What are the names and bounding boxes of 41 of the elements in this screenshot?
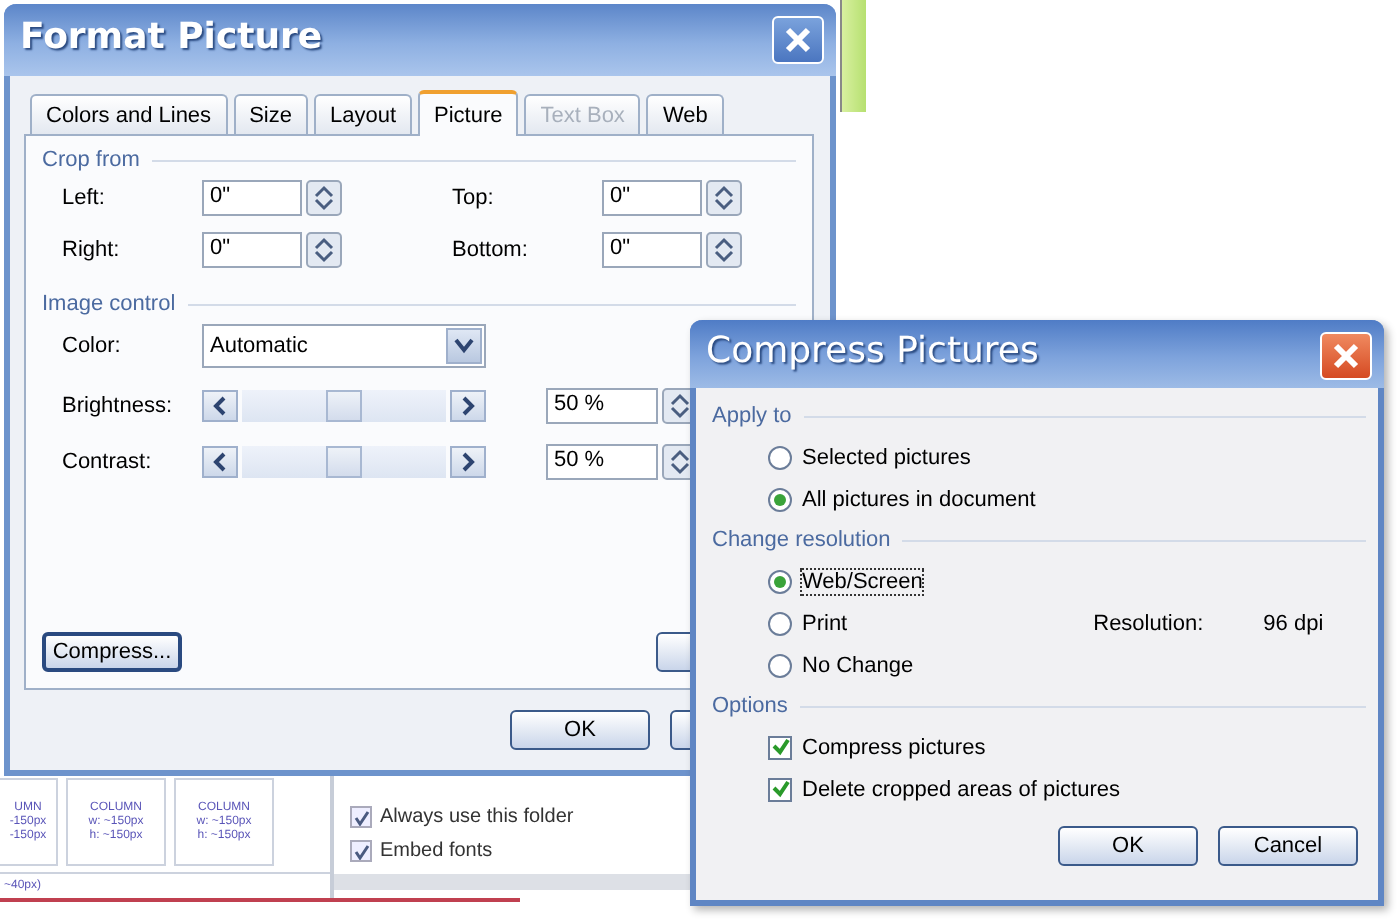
section-heading: Options <box>712 694 788 718</box>
field-label: Color: <box>62 334 123 358</box>
dropdown[interactable]: Automatic <box>202 324 486 368</box>
cancel-button[interactable]: Cancel <box>1218 826 1358 866</box>
field-label: Brightness: <box>62 394 175 418</box>
option-label: Print <box>802 611 848 635</box>
field-label: Bottom: <box>452 238 530 262</box>
section-heading: Image control <box>42 292 176 316</box>
input-field[interactable]: 50 % <box>546 388 658 424</box>
input-field[interactable]: 50 % <box>546 444 658 480</box>
resolution-value: 96 dpi <box>1263 611 1324 635</box>
section-heading: Crop from <box>42 148 140 172</box>
window-title: Format Picture <box>20 16 323 58</box>
input-field[interactable]: 0" <box>602 180 702 216</box>
field-label: Contrast: <box>62 450 154 474</box>
option-label: All pictures in document <box>802 487 1036 511</box>
option-label: Selected pictures <box>802 445 971 469</box>
resolution-label: Resolution: <box>1093 611 1204 635</box>
window-title: Compress Pictures <box>706 330 1039 372</box>
checkbox-label: Compress pictures <box>802 735 986 759</box>
input-field[interactable]: 0" <box>602 232 702 268</box>
checkbox-label: Embed fonts <box>380 840 493 862</box>
input-field[interactable]: 0" <box>202 180 302 216</box>
tab[interactable]: Size <box>233 94 308 134</box>
ok-button[interactable]: OK <box>1058 826 1198 866</box>
section-heading: Apply to <box>712 404 792 428</box>
field-label: Left: <box>62 186 107 210</box>
field-label: Top: <box>452 186 496 210</box>
tab[interactable]: Colors and Lines <box>30 94 228 134</box>
tab[interactable]: Layout <box>313 94 412 134</box>
input-field[interactable]: 0" <box>202 232 302 268</box>
section-heading: Change resolution <box>712 528 891 552</box>
option-label: Web/Screen <box>802 569 923 593</box>
ok-button[interactable]: OK <box>510 710 650 750</box>
field-label: Right: <box>62 238 122 262</box>
option-label: No Change <box>802 653 914 677</box>
compress-button[interactable]: Compress... <box>42 632 182 672</box>
checkbox-label: Always use this folder <box>380 806 574 828</box>
checkbox-label: Delete cropped areas of pictures <box>802 777 1120 801</box>
tab[interactable]: Picture <box>418 90 519 136</box>
tab[interactable]: Web <box>646 94 724 134</box>
